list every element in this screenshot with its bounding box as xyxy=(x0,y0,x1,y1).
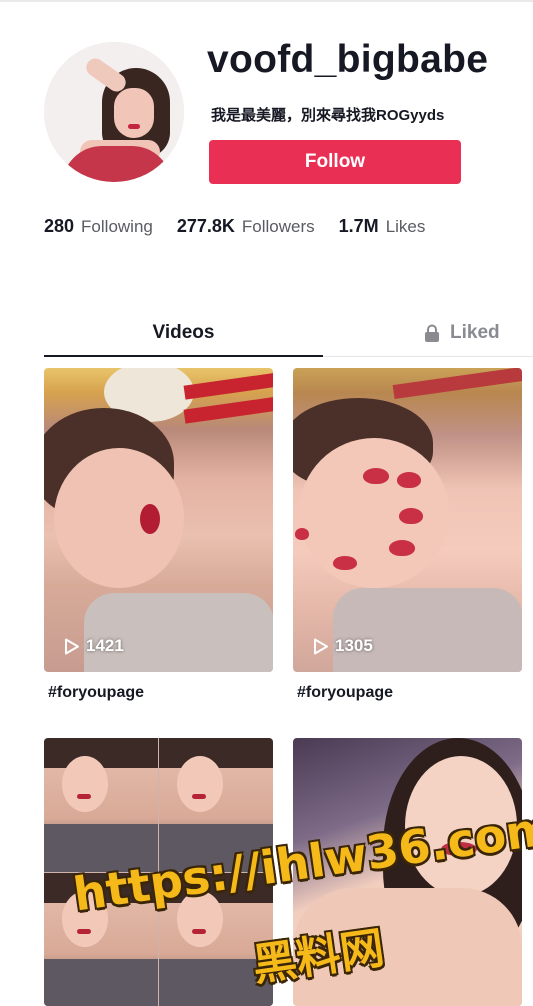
video-caption-1[interactable]: #foryoupage xyxy=(48,684,144,702)
stat-likes-label: Likes xyxy=(385,217,426,236)
profile-bio: 我是最美麗，別來尋找我ROGyyds xyxy=(211,107,445,124)
stat-likes-count: 1.7M xyxy=(338,216,379,236)
stat-following-count: 280 xyxy=(44,216,75,236)
profile-username: voofd_bigbabe xyxy=(207,38,489,81)
stat-followers[interactable]: 277.8K Followers xyxy=(177,216,315,237)
stat-followers-count: 277.8K xyxy=(176,216,235,236)
tab-active-indicator xyxy=(44,355,323,357)
stat-likes: 1.7M Likes xyxy=(339,216,426,237)
profile-tabs: Videos Liked xyxy=(44,310,533,358)
tab-liked[interactable]: Liked xyxy=(424,310,500,356)
view-count-1: 1421 xyxy=(64,636,124,656)
stat-following-label: Following xyxy=(81,217,153,236)
view-count-2: 1305 xyxy=(313,636,373,656)
tab-videos[interactable]: Videos xyxy=(44,310,323,356)
stat-followers-label: Followers xyxy=(241,217,315,236)
top-divider xyxy=(0,0,533,2)
avatar[interactable] xyxy=(44,42,184,182)
video-caption-2[interactable]: #foryoupage xyxy=(297,684,393,702)
lock-icon xyxy=(425,324,439,342)
stat-following[interactable]: 280 Following xyxy=(44,216,153,237)
tab-liked-label: Liked xyxy=(450,322,500,343)
play-icon xyxy=(314,638,328,654)
play-icon xyxy=(65,638,79,654)
follow-button[interactable]: Follow xyxy=(209,140,461,184)
profile-stats: 280 Following 277.8K Followers 1.7M Like… xyxy=(44,216,449,237)
video-thumbnail-1[interactable]: 1421 xyxy=(44,368,273,672)
view-count-value: 1305 xyxy=(335,636,373,655)
tab-divider xyxy=(323,356,533,357)
view-count-value: 1421 xyxy=(86,636,124,655)
video-thumbnail-2[interactable]: 1305 xyxy=(293,368,522,672)
